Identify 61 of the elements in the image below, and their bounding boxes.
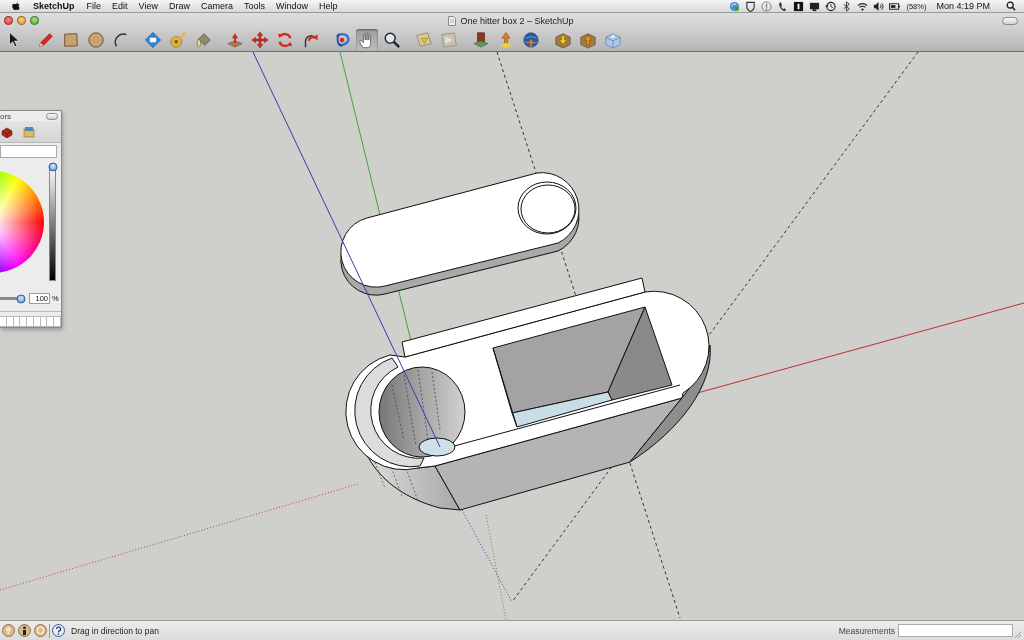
- crate-icon[interactable]: [23, 125, 35, 138]
- numbered-square-icon[interactable]: [793, 0, 805, 12]
- resize-grip-icon[interactable]: [1015, 632, 1021, 638]
- alert-icon[interactable]: [761, 0, 773, 12]
- slider-thumb[interactable]: [48, 162, 57, 172]
- panel-title: ors: [0, 112, 12, 121]
- zoom-button[interactable]: [30, 16, 39, 25]
- arrow-up-icon: [497, 30, 515, 49]
- tool-button[interactable]: [356, 28, 378, 51]
- search-icon[interactable]: [1006, 1, 1016, 11]
- info-icon[interactable]: [18, 624, 31, 637]
- color-name-field[interactable]: [0, 145, 57, 158]
- tape-measure-icon: [169, 30, 187, 49]
- display-icon[interactable]: [809, 0, 821, 12]
- paint-bucket-icon: [194, 30, 212, 49]
- menu-item[interactable]: Help: [318, 1, 338, 11]
- diamond-icon: [144, 30, 162, 49]
- wifi-icon[interactable]: [857, 0, 869, 12]
- speaker-icon[interactable]: [873, 0, 885, 12]
- disc-badge-icon[interactable]: [729, 0, 741, 12]
- bluetooth-icon[interactable]: [841, 0, 853, 12]
- menu-clock[interactable]: Mon 4:19 PM: [936, 1, 990, 11]
- menu-item[interactable]: Edit: [112, 1, 128, 11]
- building-icon: [472, 30, 490, 49]
- window-title: One hitter box 2 – SketchUp: [460, 15, 574, 26]
- menu-item[interactable]: View: [138, 1, 158, 11]
- globe-icon: [522, 30, 540, 49]
- menu-item[interactable]: Camera: [200, 1, 233, 11]
- box-upload-icon: [579, 30, 597, 49]
- box-download-icon: [554, 30, 572, 49]
- menu-item[interactable]: Tools: [243, 1, 265, 11]
- close-button[interactable]: [4, 16, 13, 25]
- four-arrows-icon: [251, 30, 269, 49]
- menu-item[interactable]: Window: [275, 1, 308, 11]
- slider-thumb[interactable]: [16, 294, 26, 304]
- phone-icon[interactable]: [777, 0, 789, 12]
- menu-item[interactable]: Draw: [168, 1, 190, 11]
- magnifier-icon: [383, 30, 401, 49]
- toolbar-toggle-button[interactable]: [46, 113, 58, 120]
- battery-icon[interactable]: [889, 0, 901, 12]
- measurements-label: Measurements: [838, 625, 895, 636]
- map-arrow-icon: [415, 30, 433, 49]
- apple-icon[interactable]: [11, 1, 21, 11]
- app-menu[interactable]: SketchUp: [33, 1, 75, 11]
- menu-item[interactable]: File: [86, 1, 102, 11]
- orbit-icon: [333, 30, 351, 49]
- help-icon[interactable]: [52, 624, 65, 637]
- swatch-strip[interactable]: [0, 311, 61, 327]
- toolbar-toggle-button[interactable]: [1002, 16, 1018, 25]
- pencil-icon: [37, 30, 55, 49]
- document-icon[interactable]: [448, 15, 457, 26]
- shield-icon[interactable]: [745, 0, 757, 12]
- status-hint: Drag in direction to pan: [71, 625, 159, 636]
- brick-icon[interactable]: [1, 125, 13, 138]
- circle-icon: [87, 30, 105, 49]
- minimize-button[interactable]: [17, 16, 26, 25]
- rectangle-icon: [62, 30, 80, 49]
- measurements-field[interactable]: [898, 624, 1013, 637]
- box-icon: [604, 30, 622, 49]
- circular-arrows-icon: [276, 30, 294, 49]
- brightness-slider-track[interactable]: [49, 165, 56, 281]
